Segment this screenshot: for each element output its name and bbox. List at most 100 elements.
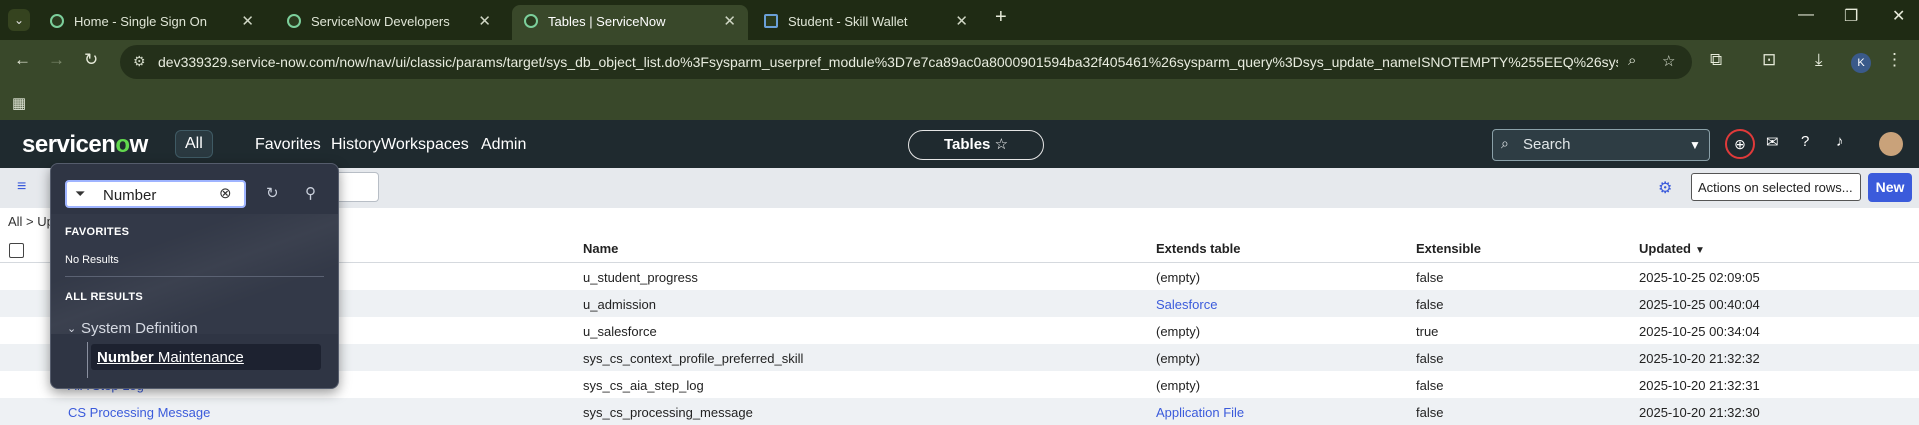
all-results-heading: ALL RESULTS	[65, 291, 144, 303]
row-name: sys_cs_processing_message	[583, 405, 753, 420]
actions-on-selected-rows-select[interactable]: Actions on selected rows...	[1691, 173, 1861, 201]
updated-label: Updated	[1639, 241, 1691, 256]
row-extensible: false	[1416, 351, 1444, 366]
row-extends-link[interactable]: Salesforce	[1156, 297, 1217, 312]
column-header-extensible[interactable]: Extensible	[1416, 241, 1481, 256]
column-header-extends-table[interactable]: Extends table	[1156, 241, 1241, 256]
site-info-icon[interactable]: ⚙	[133, 53, 146, 70]
close-tab-icon[interactable]: ✕	[241, 12, 254, 30]
browser-tab-strip: ⌄ Home - Single Sign On ✕ ServiceNow Dev…	[0, 0, 1919, 40]
nav-workspaces[interactable]: Workspaces	[372, 132, 478, 158]
list-settings-gear-icon[interactable]: ⚙	[1658, 178, 1672, 198]
row-label-link[interactable]: CS Processing Message	[68, 405, 210, 420]
reload-icon[interactable]: ↻	[84, 50, 98, 70]
new-tab-plus-icon[interactable]: +	[995, 6, 1007, 29]
menu-filter-field[interactable]: ⏷ ⊗	[65, 180, 246, 208]
row-updated: 2025-10-25 00:34:04	[1639, 324, 1760, 339]
download-icon[interactable]: ⤓	[1815, 50, 1823, 70]
browser-toolbar: ← → ↻ ⚙ dev339329.service-now.com/now/na…	[0, 40, 1919, 86]
row-updated: 2025-10-25 02:09:05	[1639, 270, 1760, 285]
bookmarks-bar: ▦	[0, 86, 1919, 120]
browser-tab-servicenow-developers[interactable]: ServiceNow Developers ✕	[275, 5, 503, 40]
all-menu-flyout: ⏷ ⊗ ↻ ⚲ FAVORITES No Results ALL RESULTS…	[50, 163, 339, 389]
restore-icon[interactable]: ❐	[1844, 6, 1858, 26]
globe-scope-icon[interactable]: ⊕	[1725, 129, 1755, 159]
notifications-bell-icon[interactable]: ♪	[1836, 133, 1844, 150]
url-text[interactable]: dev339329.service-now.com/now/nav/ui/cla…	[158, 54, 1618, 70]
row-extensible: false	[1416, 378, 1444, 393]
browser-tab-tables-servicenow[interactable]: Tables | ServiceNow ✕	[512, 5, 748, 40]
back-arrow-icon[interactable]: ←	[14, 50, 31, 70]
zoom-search-icon[interactable]: ⌕	[1628, 52, 1636, 69]
nav-admin[interactable]: Admin	[472, 132, 535, 158]
tree-line	[87, 342, 88, 378]
row-extensible: false	[1416, 270, 1444, 285]
chrome-menu-icon[interactable]: ⋮	[1886, 50, 1903, 70]
help-icon[interactable]: ?	[1801, 133, 1809, 150]
nav-favorites[interactable]: Favorites	[246, 132, 330, 158]
bookmark-star-icon[interactable]: ☆	[1662, 52, 1675, 70]
close-window-icon[interactable]: ✕	[1892, 6, 1905, 26]
page-favicon-icon	[764, 14, 778, 28]
row-extensible: false	[1416, 297, 1444, 312]
servicenow-favicon-icon	[287, 14, 301, 28]
screen-capture-icon[interactable]: ⊡	[1762, 50, 1776, 70]
row-updated: 2025-10-20 21:32:31	[1639, 378, 1760, 393]
close-tab-icon[interactable]: ✕	[723, 12, 736, 30]
search-placeholder: Search	[1523, 136, 1571, 153]
search-scope-dropdown[interactable]: ▼	[1681, 129, 1710, 161]
refresh-menu-icon[interactable]: ↻	[266, 184, 279, 202]
global-search-input[interactable]: ⌕ Search	[1492, 129, 1689, 161]
select-all-checkbox[interactable]	[9, 243, 24, 258]
context-title-pill[interactable]: Tables ☆	[908, 130, 1044, 160]
sort-descending-icon: ▼	[1695, 245, 1705, 256]
user-avatar[interactable]	[1879, 132, 1903, 156]
row-extends: (empty)	[1156, 270, 1201, 285]
row-extensible: false	[1416, 405, 1444, 420]
nav-all[interactable]: All	[175, 130, 213, 158]
menu-filter-input[interactable]	[103, 185, 213, 205]
close-tab-icon[interactable]: ✕	[955, 12, 968, 30]
pin-menu-icon[interactable]: ⚲	[305, 184, 316, 202]
match-rest: Maintenance	[153, 349, 244, 366]
clear-filter-icon[interactable]: ⊗	[219, 184, 232, 202]
row-name: u_student_progress	[583, 270, 698, 285]
servicenow-logo[interactable]: servicenow	[22, 131, 148, 159]
new-button[interactable]: New	[1868, 173, 1912, 202]
row-updated: 2025-10-20 21:32:30	[1639, 405, 1760, 420]
menu-group-system-definition[interactable]: System Definition	[81, 320, 198, 337]
chat-icon[interactable]: ✉	[1766, 133, 1779, 151]
sso-favicon-icon	[50, 14, 64, 28]
extensions-puzzle-icon[interactable]: ⧉	[1710, 50, 1722, 70]
forward-arrow-icon[interactable]: →	[48, 50, 65, 70]
row-extends: (empty)	[1156, 378, 1201, 393]
row-extends: (empty)	[1156, 324, 1201, 339]
favorite-star-icon[interactable]: ☆	[995, 136, 1008, 153]
context-title: Tables	[943, 136, 991, 153]
chevron-down-icon[interactable]: ⌄	[67, 322, 76, 335]
column-header-name[interactable]: Name	[583, 241, 618, 256]
column-header-updated[interactable]: Updated ▼	[1639, 241, 1705, 256]
row-name: sys_cs_context_profile_preferred_skill	[583, 351, 804, 366]
menu-item-number-maintenance[interactable]: Number Maintenance	[91, 344, 321, 370]
tab-title: Student - Skill Wallet	[788, 14, 908, 29]
match-highlight: Number	[97, 349, 154, 366]
tab-title: Tables | ServiceNow	[548, 14, 666, 29]
apps-grid-icon[interactable]: ▦	[12, 94, 26, 112]
minimize-icon[interactable]: —	[1798, 6, 1814, 24]
browser-tab-home-sso[interactable]: Home - Single Sign On ✕	[38, 5, 266, 40]
profile-avatar[interactable]: K	[1851, 53, 1871, 73]
row-name: u_salesforce	[583, 324, 657, 339]
address-bar[interactable]: ⚙ dev339329.service-now.com/now/nav/ui/c…	[120, 45, 1692, 79]
breadcrumb[interactable]: All > Up	[8, 214, 54, 229]
menu-item-label: Number Maintenance	[97, 349, 244, 366]
close-tab-icon[interactable]: ✕	[478, 12, 491, 30]
list-menu-icon[interactable]: ≡	[17, 178, 26, 196]
table-row: CS Processing Message sys_cs_processing_…	[0, 398, 1919, 425]
row-extends-link[interactable]: Application File	[1156, 405, 1244, 420]
row-extends: (empty)	[1156, 351, 1201, 366]
row-name: sys_cs_aia_step_log	[583, 378, 704, 393]
tab-search-chevron-icon[interactable]: ⌄	[8, 9, 30, 31]
section-divider	[65, 276, 324, 277]
browser-tab-student-skill-wallet[interactable]: Student - Skill Wallet ✕	[752, 5, 980, 40]
